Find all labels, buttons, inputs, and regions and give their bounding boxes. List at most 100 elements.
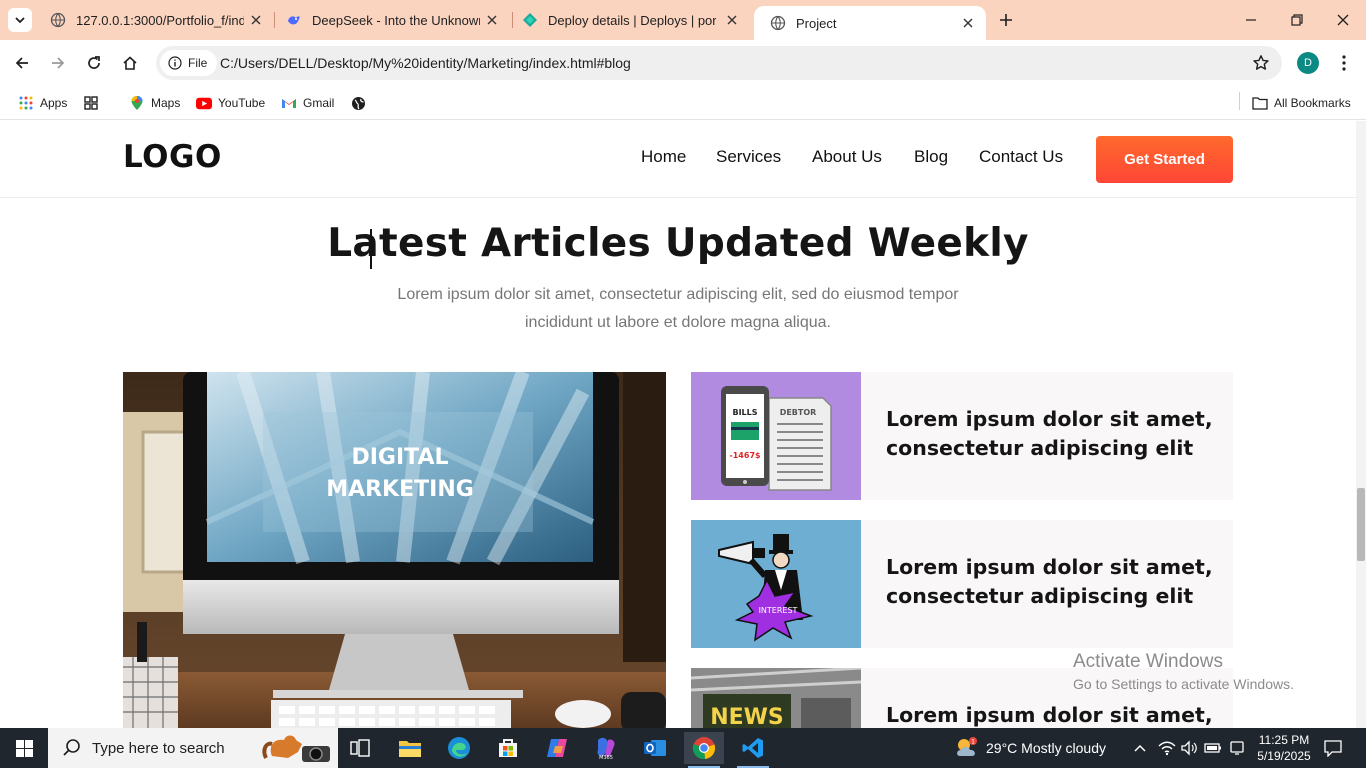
clock-time: 11:25 PM [1258,733,1310,747]
tab-project[interactable]: Project [754,6,986,40]
all-bookmarks-button[interactable]: All Bookmarks [1252,92,1351,114]
url-text[interactable]: C:/Users/DELL/Desktop/My%20identity/Mark… [220,55,631,71]
close-tab-icon[interactable] [484,12,500,28]
bookmark-world[interactable] [350,92,372,114]
back-button[interactable] [10,51,34,75]
arrow-right-icon [52,57,65,69]
volume-button[interactable] [1180,728,1198,768]
store-button[interactable] [488,732,528,764]
feature-text-line2: MARKETING [326,477,474,502]
close-tab-icon[interactable] [248,12,264,28]
browser-toolbar: File C:/Users/DELL/Desktop/My%20identity… [0,40,1366,86]
close-icon [1337,14,1349,26]
article-thumbnail-bills: DEBTOR BILLS -1467$ [691,372,861,500]
globe-icon [50,12,66,28]
taskbar-search[interactable]: Type here to search [48,728,338,768]
file-explorer-button[interactable] [390,732,430,764]
search-icon [63,739,80,756]
thumb-label-news: NEWS [710,705,784,728]
site-header: LOGO Home Services About Us Blog Contact… [0,121,1366,198]
tab-deepseek[interactable]: DeepSeek - Into the Unknown [270,0,510,40]
copilot-button[interactable] [537,732,577,764]
nav-about-us[interactable]: About Us [812,147,882,167]
tab-strip: 127.0.0.1:3000/Portfolio_f/index.html De… [0,0,1366,40]
new-tab-button[interactable] [994,8,1018,32]
nav-home[interactable]: Home [641,147,686,167]
article-thumbnail-news: NEWS [691,668,861,728]
tab-netlify[interactable]: Deploy details | Deploys | portfolio [506,0,750,40]
network-button[interactable] [1158,728,1176,768]
home-button[interactable] [118,51,142,75]
info-icon [168,56,182,70]
close-tab-icon[interactable] [960,15,976,31]
task-view-button[interactable] [340,732,380,764]
meet-now-button[interactable] [1229,728,1245,768]
get-started-button[interactable]: Get Started [1096,136,1233,183]
outlook-button[interactable] [635,732,675,764]
chip-label: File [188,56,208,70]
device-icon [1230,741,1244,755]
scrollbar-thumb[interactable] [1357,488,1365,561]
featured-article-image[interactable]: DIGITAL MARKETING [123,372,666,728]
file-explorer-icon [399,741,421,757]
youtube-icon [196,95,212,111]
windows-taskbar: Type here to search M365 1 29°C Mostly c… [0,728,1366,768]
start-button[interactable] [0,728,48,768]
article-card[interactable]: DEBTOR BILLS -1467$ Lorem ipsum dolor si… [691,372,1233,500]
bookmark-maps[interactable]: Maps [129,92,180,114]
profile-avatar[interactable]: D [1297,52,1319,74]
bookmark-youtube[interactable]: YouTube [196,92,265,114]
forward-button[interactable] [46,51,70,75]
bookmarks-separator [1239,92,1240,110]
plus-icon [1000,14,1012,26]
site-info-chip[interactable]: File [160,50,218,76]
chrome-icon [692,737,716,760]
browser-menu-button[interactable] [1334,51,1354,75]
windows-logo-icon [15,739,33,757]
speaker-icon [1181,740,1197,756]
battery-button[interactable] [1204,728,1222,768]
edge-button[interactable] [439,732,479,764]
deepseek-icon [286,12,302,28]
thumb-label-amount: -1467$ [729,451,761,460]
vscode-icon [742,738,763,758]
minimize-button[interactable] [1228,0,1274,40]
nav-contact-us[interactable]: Contact Us [979,147,1063,167]
bookmark-star-icon[interactable] [1252,54,1270,72]
weather-widget[interactable]: 1 29°C Mostly cloudy [954,728,1106,768]
watermark-title: Activate Windows [1073,651,1223,672]
bookmark-gmail[interactable]: Gmail [281,92,334,114]
tab-portfolio[interactable]: 127.0.0.1:3000/Portfolio_f/index.html [34,0,274,40]
article-title[interactable]: Lorem ipsum dolor sit amet, [886,701,1216,728]
bookmark-tab-groups[interactable] [83,92,105,114]
battery-icon [1204,743,1221,753]
article-thumbnail-interest: INTEREST [691,520,861,648]
notification-center-button[interactable] [1323,728,1343,768]
chrome-button[interactable] [684,732,724,768]
restore-button[interactable] [1274,0,1320,40]
system-clock[interactable]: 11:25 PM 5/19/2025 [1252,732,1316,764]
close-tab-icon[interactable] [724,12,740,28]
search-placeholder: Type here to search [92,739,225,757]
article-title[interactable]: Lorem ipsum dolor sit amet, consectetur … [886,553,1216,611]
article-card[interactable]: INTEREST Lorem ipsum dolor sit amet, con… [691,520,1233,648]
gmail-icon [281,95,297,111]
tab-search-button[interactable] [8,8,32,32]
site-logo[interactable]: LOGO [123,139,222,175]
outlook-icon [644,740,666,756]
nav-blog[interactable]: Blog [914,147,948,167]
nav-services[interactable]: Services [716,147,781,167]
activate-windows-watermark: Activate Windows Go to Settings to activ… [1073,651,1294,692]
m365-button[interactable]: M365 [586,732,626,764]
bookmark-apps[interactable]: Apps [18,92,67,114]
desk-monitor-illustration: DIGITAL MARKETING [123,372,666,728]
article-title[interactable]: Lorem ipsum dolor sit amet, consectetur … [886,405,1216,463]
kebab-menu-icon [1342,55,1346,71]
vscode-button[interactable] [733,732,773,768]
address-bar[interactable]: File C:/Users/DELL/Desktop/My%20identity… [156,46,1282,80]
page-scrollbar[interactable] [1356,121,1366,728]
close-window-button[interactable] [1320,0,1366,40]
tray-overflow-button[interactable] [1133,728,1147,768]
reload-button[interactable] [82,51,106,75]
watermark-subtitle: Go to Settings to activate Windows. [1073,676,1294,692]
